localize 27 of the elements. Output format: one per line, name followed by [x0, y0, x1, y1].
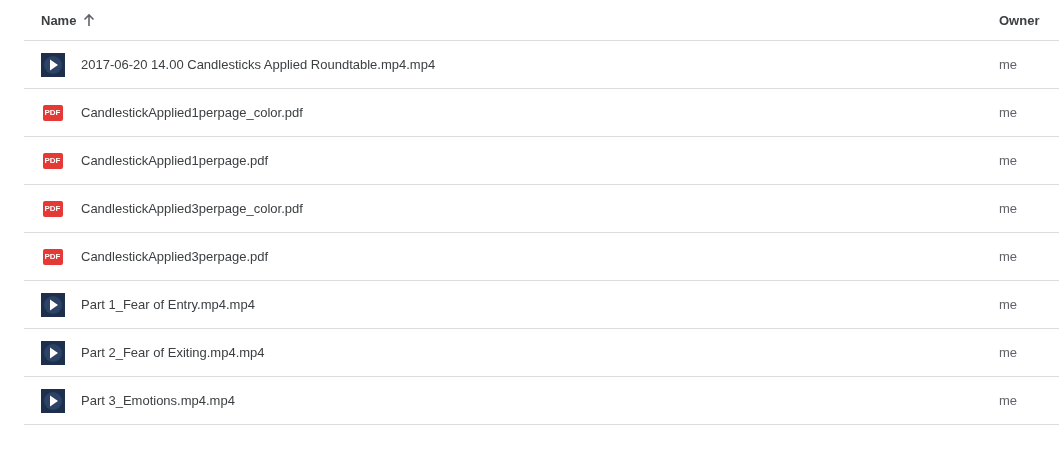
sort-arrow-icon[interactable] — [82, 13, 97, 27]
pdf-icon: PDF — [42, 200, 63, 217]
file-name[interactable]: CandlestickApplied1perpage_color.pdf — [81, 105, 999, 120]
file-name[interactable]: Part 3_Emotions.mp4.mp4 — [81, 393, 999, 408]
pdf-icon: PDF — [42, 248, 63, 265]
video-thumbnail-icon — [40, 52, 65, 77]
file-name[interactable]: 2017-06-20 14.00 Candlesticks Applied Roundtable.mp4.mp4 — [81, 57, 999, 72]
pdf-icon: PDF — [42, 152, 63, 169]
video-thumbnail-icon — [40, 388, 65, 413]
file-owner: me — [999, 297, 1019, 312]
file-name[interactable]: CandlestickApplied1perpage.pdf — [81, 153, 999, 168]
file-owner: me — [999, 345, 1019, 360]
file-name[interactable]: Part 1_Fear of Entry.mp4.mp4 — [81, 297, 999, 312]
name-column-header[interactable]: Name — [41, 12, 77, 28]
owner-column-header[interactable]: Owner — [999, 12, 1040, 28]
file-name[interactable]: CandlestickApplied3perpage.pdf — [81, 249, 999, 264]
video-thumbnail-icon — [40, 340, 65, 365]
file-owner: me — [999, 249, 1019, 264]
file-name[interactable]: CandlestickApplied3perpage_color.pdf — [81, 201, 999, 216]
video-thumbnail-icon — [40, 292, 65, 317]
file-name[interactable]: Part 2_Fear of Exiting.mp4.mp4 — [81, 345, 999, 360]
pdf-icon: PDF — [42, 104, 63, 121]
file-owner: me — [999, 153, 1019, 168]
file-owner: me — [999, 201, 1019, 216]
file-owner: me — [999, 393, 1019, 408]
file-owner: me — [999, 105, 1019, 120]
file-owner: me — [999, 57, 1019, 72]
